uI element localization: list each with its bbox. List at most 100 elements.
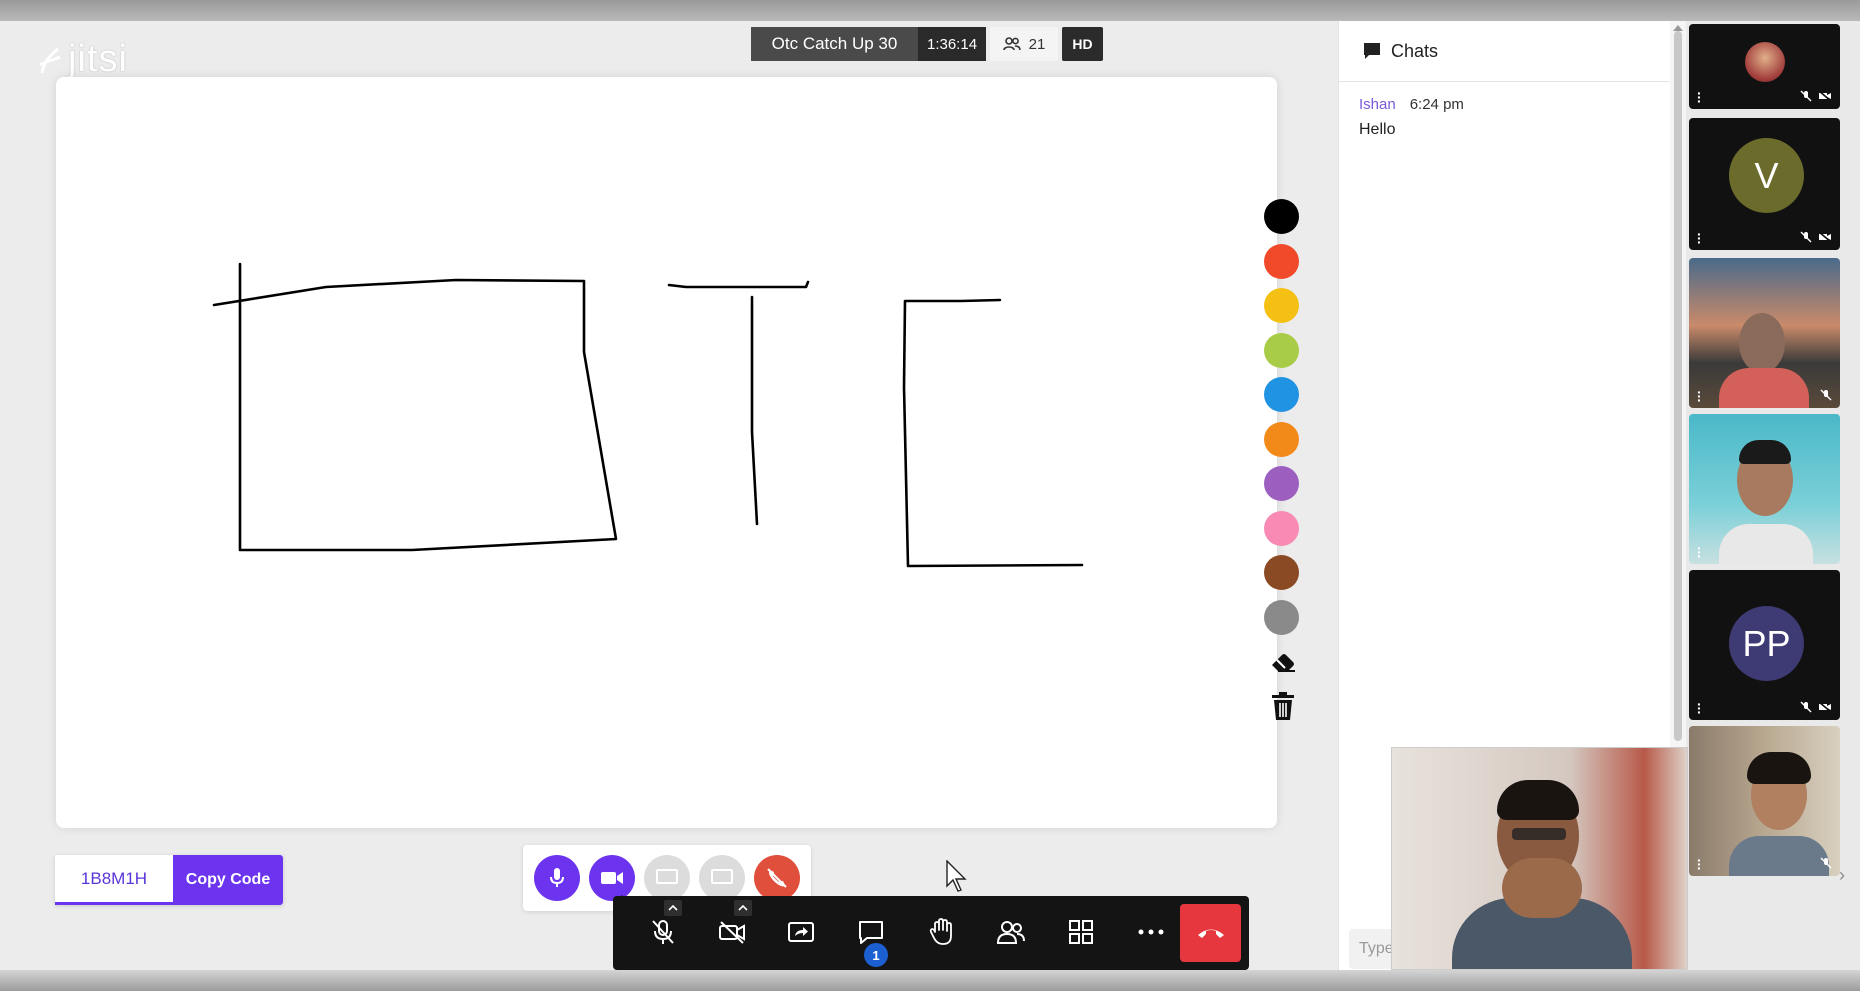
chevron-up-icon xyxy=(668,905,678,911)
color-swatch-brown[interactable] xyxy=(1264,555,1299,590)
participant-menu-icon[interactable]: · · · xyxy=(1697,853,1702,875)
chevron-up-icon xyxy=(738,905,748,911)
chat-icon xyxy=(859,921,883,944)
end-call-icon xyxy=(767,868,787,888)
chat-header: Chats xyxy=(1339,21,1671,82)
more-horizontal-icon xyxy=(1138,929,1164,935)
raise-hand-button[interactable] xyxy=(910,901,972,963)
participants-button[interactable] xyxy=(980,901,1042,963)
participant-count: 21 xyxy=(1028,35,1046,53)
participant-photo-avatar xyxy=(1745,42,1785,82)
chat-message: Ishan 6:24 pm Hello xyxy=(1339,82,1671,153)
board-screen-button-2[interactable] xyxy=(699,855,745,901)
participant-menu-icon[interactable]: · · · xyxy=(1697,227,1702,249)
color-swatch-purple[interactable] xyxy=(1264,466,1299,501)
local-video-preview[interactable] xyxy=(1391,747,1688,970)
video-camera-icon xyxy=(601,872,623,884)
participants-icon xyxy=(997,921,1025,944)
participant-tile-video[interactable]: · · · xyxy=(1689,414,1840,564)
copy-code-button[interactable]: Copy Code xyxy=(173,855,283,905)
eraser-icon xyxy=(1272,654,1295,672)
participant-video-body xyxy=(1729,836,1829,876)
raise-hand-icon xyxy=(929,918,952,945)
camera-off-icon xyxy=(1818,90,1832,102)
chat-scrollbar-thumb[interactable] xyxy=(1674,31,1682,741)
camera-options-caret[interactable] xyxy=(734,900,752,916)
mic-off-icon xyxy=(1800,90,1812,102)
participant-video-face xyxy=(1739,313,1785,373)
clear-board-button[interactable] xyxy=(1264,688,1302,724)
stroke-letter-t-bar xyxy=(667,280,810,289)
chat-bubble-icon xyxy=(1364,43,1380,59)
participant-tile[interactable]: V · · · xyxy=(1689,118,1840,250)
microphone-options-caret[interactable] xyxy=(664,900,682,916)
share-screen-button[interactable] xyxy=(770,901,832,963)
camera-off-icon xyxy=(1818,231,1832,243)
color-swatch-pink[interactable] xyxy=(1264,510,1299,546)
logo-text: jitsi xyxy=(68,38,128,80)
open-chat-button[interactable]: 1 xyxy=(840,901,902,967)
participant-tile[interactable]: · · · xyxy=(1689,24,1840,109)
participant-initials-avatar: PP xyxy=(1729,606,1804,681)
tile-view-button[interactable] xyxy=(1050,901,1112,963)
screen-icon xyxy=(711,869,733,884)
board-end-call-button[interactable] xyxy=(754,855,800,901)
room-code: 1B8M1H xyxy=(55,855,173,905)
color-swatch-orange[interactable] xyxy=(1264,421,1299,457)
toggle-microphone-button[interactable] xyxy=(632,901,694,963)
participant-video-body xyxy=(1719,524,1813,564)
participant-status-icons xyxy=(1820,857,1832,869)
more-options-button[interactable] xyxy=(1120,901,1182,963)
color-swatch-red-orange[interactable] xyxy=(1264,243,1299,279)
filmstrip-expand-chevron-icon[interactable]: › xyxy=(1839,865,1845,886)
participant-status-icons xyxy=(1820,389,1832,401)
participants-icon xyxy=(1002,37,1021,51)
participant-video-hair xyxy=(1739,440,1791,464)
participant-filmstrip: · · · V · · · · · · · · · PP · · · · · · xyxy=(1686,21,1860,970)
chat-time: 6:24 pm xyxy=(1409,96,1464,113)
whiteboard-canvas[interactable] xyxy=(56,77,1299,828)
participant-tile-video[interactable]: · · · xyxy=(1689,726,1840,876)
grid-icon xyxy=(1069,920,1093,944)
video-camera-muted-icon xyxy=(719,921,745,944)
participant-menu-icon[interactable]: · · · xyxy=(1697,541,1702,563)
stroke-letter-o xyxy=(212,262,618,552)
chat-message-meta: Ishan 6:24 pm xyxy=(1359,96,1651,113)
meeting-title: Otc Catch Up 30 xyxy=(751,27,918,61)
whiteboard-palette xyxy=(1264,199,1302,732)
participant-menu-icon[interactable]: · · · xyxy=(1697,385,1702,407)
color-swatch-yellow[interactable] xyxy=(1264,288,1299,323)
video-quality-badge[interactable]: HD xyxy=(1062,27,1103,61)
participant-tile[interactable]: PP · · · xyxy=(1689,570,1840,720)
browser-top-strip xyxy=(0,0,1860,21)
color-swatch-lime[interactable] xyxy=(1264,332,1299,368)
conference-toolbar: 1 xyxy=(613,896,1249,970)
color-swatch-gray[interactable] xyxy=(1264,599,1299,635)
meeting-duration: 1:36:14 xyxy=(918,27,986,61)
participant-menu-icon[interactable]: · · · xyxy=(1697,697,1702,719)
share-screen-icon xyxy=(788,922,814,942)
screen-icon xyxy=(656,869,678,884)
board-screen-button-1[interactable] xyxy=(644,855,690,901)
trash-icon xyxy=(1272,692,1294,720)
participant-status-icons xyxy=(1800,231,1832,243)
chat-text: Hello xyxy=(1359,121,1396,138)
eraser-button[interactable] xyxy=(1264,644,1302,680)
participants-counter[interactable]: 21 xyxy=(990,27,1058,61)
color-swatch-blue[interactable] xyxy=(1264,377,1299,412)
chat-title: Chats xyxy=(1391,40,1439,61)
participant-tile-video[interactable]: · · · xyxy=(1689,258,1840,408)
leave-meeting-button[interactable] xyxy=(1180,904,1241,962)
mouse-cursor-icon xyxy=(946,860,967,892)
color-swatch-black[interactable] xyxy=(1264,199,1299,234)
board-mic-button[interactable] xyxy=(534,855,580,901)
mic-off-icon xyxy=(1820,857,1832,869)
participant-initials-avatar: V xyxy=(1729,138,1804,213)
participant-video-body xyxy=(1719,368,1809,408)
stroke-letter-c xyxy=(902,298,1084,568)
participant-menu-icon[interactable]: · · · xyxy=(1697,86,1702,108)
chat-sender: Ishan xyxy=(1359,96,1396,113)
toggle-camera-button[interactable] xyxy=(701,901,763,963)
jitsi-logo-icon xyxy=(39,47,61,73)
local-video-hair xyxy=(1497,780,1579,820)
